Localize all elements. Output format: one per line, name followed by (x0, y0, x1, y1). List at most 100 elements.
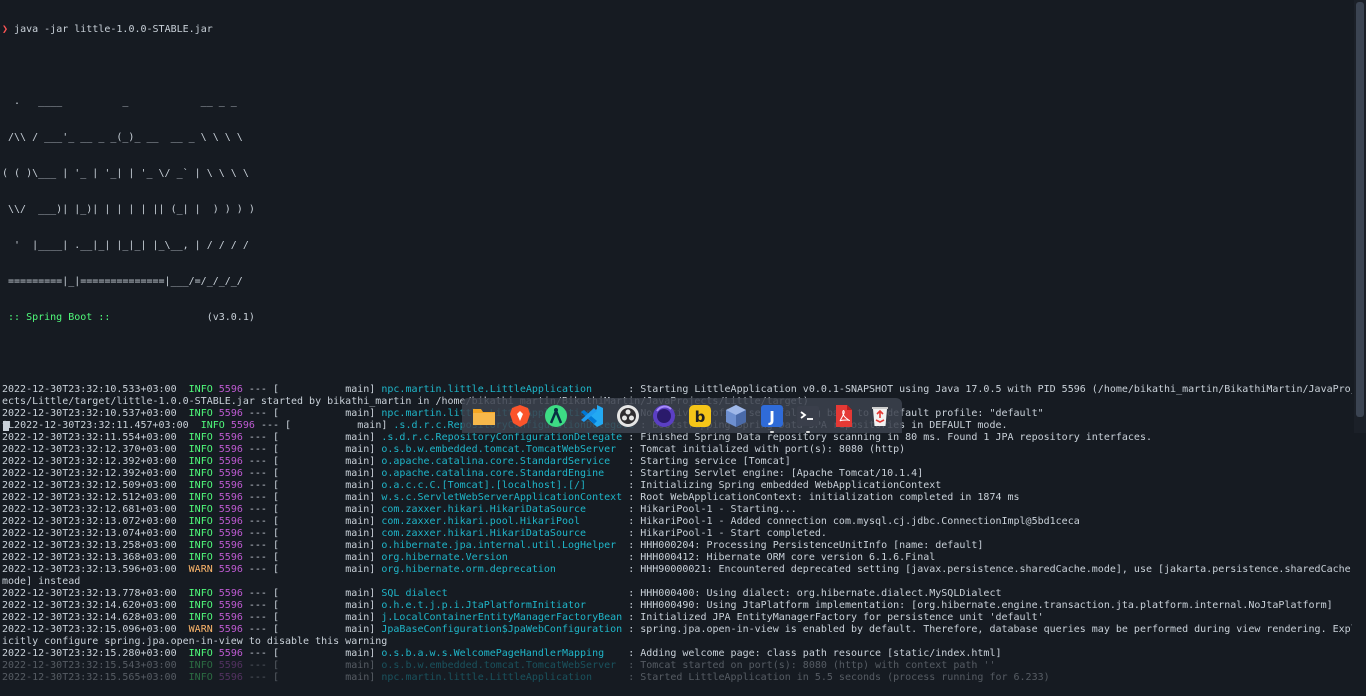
log-message: : Root WebApplicationContext: initializa… (622, 492, 1020, 503)
log-logger: org.hibernate.orm.deprecation (381, 564, 623, 575)
log-level: INFO (188, 492, 213, 503)
log-pid: 5596 (218, 480, 243, 491)
log-logger: o.a.c.c.C.[Tomcat].[localhost].[/] (381, 480, 623, 491)
svg-text:J: J (768, 408, 775, 426)
log-pid: 5596 (218, 384, 243, 395)
log-logger: o.h.e.t.j.p.i.JtaPlatformInitiator (381, 600, 623, 611)
firefox-icon (653, 404, 675, 427)
log-message: : HHH000490: Using JtaPlatform implement… (622, 600, 1333, 611)
banner-line: ' |____| .__|_| |_|_| |_\__, | / / / / (2, 240, 249, 251)
log-line: icitly configure spring.jpa.open-in-view… (2, 636, 1352, 648)
log-thread: --- [ main] (242, 432, 382, 443)
log-logger: com.zaxxer.hikari.pool.HikariPool (381, 516, 623, 527)
log-timestamp: 2022-12-30T23:32:13.072+03:00 (2, 516, 177, 527)
log-pid: 5596 (218, 516, 243, 527)
log-pid: 5596 (218, 612, 243, 623)
log-line: 2022-12-30T23:32:13.778+03:00 INFO 5596 … (2, 588, 1352, 600)
log-pid: 5596 (230, 420, 255, 431)
scrollbar-thumb[interactable] (1356, 2, 1364, 417)
log-pid: 5596 (218, 672, 243, 683)
log-timestamp: 2022-12-30T23:32:12.392+03:00 (2, 456, 177, 467)
log-timestamp: 2022-12-30T23:32:12.512+03:00 (2, 492, 177, 503)
log-pid: 5596 (218, 624, 243, 635)
log-logger: com.zaxxer.hikari.HikariDataSource (381, 528, 623, 539)
log-message: : Tomcat started on port(s): 8080 (http)… (622, 660, 996, 671)
log-line: 2022-12-30T23:32:14.628+03:00 INFO 5596 … (2, 612, 1352, 624)
log-thread: --- [ main] (242, 540, 382, 551)
banner-line: /\\ / ___'_ __ _ _(_)_ __ __ _ \ \ \ \ (2, 132, 243, 143)
log-line: 2022-12-30T23:32:12.370+03:00 INFO 5596 … (2, 444, 1352, 456)
spring-boot-version-line: :: Spring Boot :: (v3.0.1) (2, 312, 1352, 324)
log-message: : Started LittleApplication in 5.5 secon… (622, 672, 1050, 683)
log-message: : Starting LittleApplication v0.0.1-SNAP… (622, 384, 1352, 395)
log-timestamp: 2022-12-30T23:32:15.096+03:00 (2, 624, 177, 635)
dock-pdf-viewer[interactable] (830, 402, 858, 430)
log-logger: o.s.b.w.embedded.tomcat.TomcatWebServer (381, 444, 623, 455)
log-thread: --- [ main] (242, 408, 382, 419)
log-message: : Initializing Spring embedded WebApplic… (622, 480, 942, 491)
log-line: 2022-12-30T23:32:15.565+03:00 INFO 5596 … (2, 672, 1352, 684)
log-thread: --- [ main] (242, 648, 382, 659)
log-timestamp: 2022-12-30T23:32:14.628+03:00 (2, 612, 177, 623)
log-thread: --- [ main] (242, 480, 382, 491)
log-timestamp: 2022-12-30T23:32:13.778+03:00 (2, 588, 177, 599)
scrollbar[interactable] (1354, 0, 1366, 433)
dock-bitwarden[interactable]: b (686, 402, 714, 430)
log-timestamp: 2022-12-30T23:32:15.543+03:00 (2, 660, 177, 671)
log-timestamp: 2022-12-30T23:32:13.596+03:00 (2, 564, 177, 575)
terminal-cursor (3, 421, 9, 431)
log-logger: SQL dialect (381, 588, 623, 599)
log-thread: --- [ main] (242, 444, 382, 455)
log-pid: 5596 (218, 408, 243, 419)
log-timestamp: 2022-12-30T23:32:15.280+03:00 (2, 648, 177, 659)
log-message: : Initialized JPA EntityManagerFactory f… (622, 612, 1044, 623)
dock-brave[interactable] (506, 402, 534, 430)
log-pid: 5596 (218, 492, 243, 503)
log-line: 2022-12-30T23:32:10.533+03:00 INFO 5596 … (2, 384, 1352, 396)
log-timestamp: 2022-12-30T23:32:15.565+03:00 (2, 672, 177, 683)
log-thread: --- [ main] (242, 456, 382, 467)
dock-trash[interactable] (866, 402, 894, 430)
running-indicator (770, 430, 774, 433)
dock-terminal[interactable] (794, 402, 822, 433)
log-continuation: icitly configure spring.jpa.open-in-view… (2, 636, 388, 647)
log-message: : HikariPool-1 - Starting... (622, 504, 797, 515)
log-thread: --- [ main] (242, 492, 382, 503)
dock-files[interactable] (470, 402, 498, 430)
log-pid: 5596 (218, 648, 243, 659)
log-line: 2022-12-30T23:32:12.392+03:00 INFO 5596 … (2, 456, 1352, 468)
log-thread: --- [ main] (242, 600, 382, 611)
log-timestamp: 2022-12-30T23:32:14.620+03:00 (2, 600, 177, 611)
log-level: INFO (188, 468, 213, 479)
banner-line: \\/ ___)| |_)| | | | | || (_| | ) ) ) ) (2, 204, 255, 215)
log-message: : HHH000400: Using dialect: org.hibernat… (622, 588, 1002, 599)
log-thread: --- [ main] (242, 468, 382, 479)
virtualbox-icon (726, 404, 746, 427)
log-timestamp: 2022-12-30T23:32:11.457+03:00 (14, 420, 189, 431)
log-timestamp: 2022-12-30T23:32:10.533+03:00 (2, 384, 177, 395)
log-line: 2022-12-30T23:32:13.074+03:00 INFO 5596 … (2, 528, 1352, 540)
dock-obs[interactable] (614, 402, 642, 430)
log-logger: npc.martin.little.LittleApplication (381, 672, 623, 683)
log-pid: 5596 (218, 600, 243, 611)
terminal-output[interactable]: ❯ java -jar little-1.0.0-STABLE.jar . __… (2, 0, 1352, 696)
log-message: : HHH90000021: Encountered deprecated se… (622, 564, 1352, 575)
dock-virtualbox[interactable] (722, 402, 750, 430)
log-level: INFO (188, 444, 213, 455)
log-level: INFO (188, 588, 213, 599)
log-message: : spring.jpa.open-in-view is enabled by … (622, 624, 1352, 635)
dock-android-studio[interactable] (542, 402, 570, 430)
log-level: WARN (188, 564, 213, 575)
log-level: INFO (188, 504, 213, 515)
log-line: 2022-12-30T23:32:15.096+03:00 WARN 5596 … (2, 624, 1352, 636)
log-message: : Adding welcome page: class path resour… (622, 648, 1002, 659)
log-logger: .s.d.r.c.RepositoryConfigurationDelegate (381, 432, 623, 443)
dock: b J (462, 398, 902, 433)
dock-jetbrains[interactable]: J (758, 402, 786, 433)
log-message: : HHH000412: Hibernate ORM core version … (622, 552, 936, 563)
log-pid: 5596 (218, 456, 243, 467)
log-thread: --- [ main] (242, 384, 382, 395)
dock-vscode[interactable] (578, 402, 606, 430)
log-level: INFO (188, 660, 213, 671)
dock-firefox[interactable] (650, 402, 678, 430)
